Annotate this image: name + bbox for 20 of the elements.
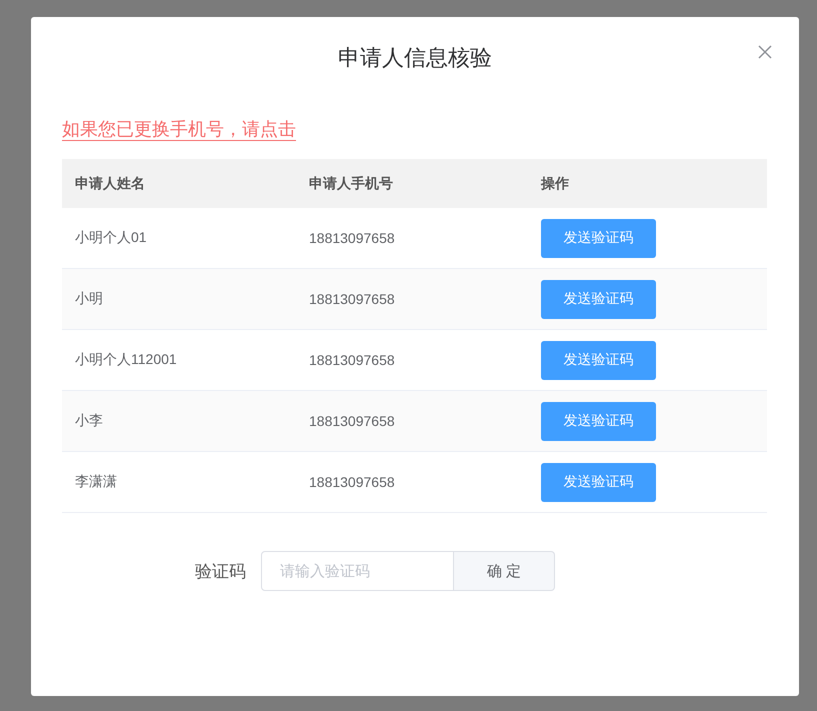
column-header: 操作	[528, 159, 767, 208]
dialog-title: 申请人信息核验	[338, 44, 492, 72]
send-code-button[interactable]: 发送验证码	[541, 462, 656, 502]
table-cell: 小李	[62, 390, 296, 452]
send-code-button[interactable]: 发送验证码	[541, 402, 656, 440]
code-input-field[interactable]: 请输入验证码	[261, 551, 454, 591]
column-header: 申请人姓名	[62, 159, 296, 208]
table-cell: 小明	[62, 268, 296, 330]
change-phone-link[interactable]: 如果您已更换手机号，请点击	[62, 117, 296, 141]
table-cell: 李潇潇	[62, 452, 296, 512]
table-cell: 18813097658	[296, 452, 528, 512]
column-header: 申请人手机号	[296, 159, 528, 208]
close-icon[interactable]	[758, 45, 772, 59]
code-label: 验证码	[195, 560, 246, 582]
send-code-button[interactable]: 发送验证码	[541, 218, 656, 258]
table-cell: 18813097658	[296, 268, 528, 330]
send-code-button[interactable]: 发送验证码	[541, 280, 656, 318]
confirm-button[interactable]: 确 定	[454, 551, 555, 591]
table-cell: 18813097658	[296, 390, 528, 452]
send-code-button[interactable]: 发送验证码	[541, 340, 656, 380]
